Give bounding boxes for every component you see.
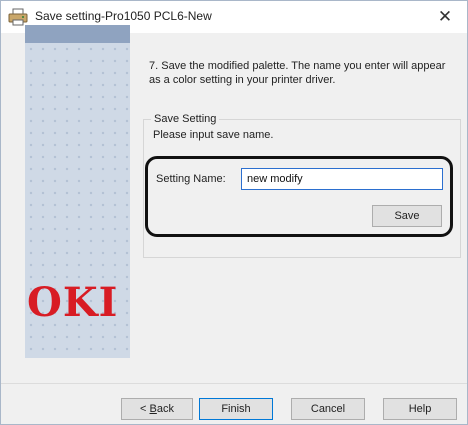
setting-name-input[interactable] (241, 168, 443, 190)
side-panel-header-band (25, 25, 130, 43)
back-button-prefix: < (140, 403, 150, 415)
back-button[interactable]: < Back (121, 398, 193, 420)
groupbox-title: Save Setting (151, 113, 220, 125)
close-icon: ✕ (437, 7, 453, 26)
back-button-mnemonic: B (149, 403, 157, 415)
printer-app-icon (8, 8, 28, 26)
finish-button[interactable]: Finish (199, 398, 273, 420)
footer-separator (1, 383, 467, 384)
brand-side-panel: OKI (25, 25, 130, 358)
window-title: Save setting-Pro1050 PCL6-New (35, 9, 212, 23)
back-button-label: ack (156, 403, 174, 415)
groupbox-description: Please input save name. (153, 129, 274, 141)
save-setting-dialog: Save setting-Pro1050 PCL6-New ✕ OKI 7. S… (0, 0, 468, 425)
close-button[interactable]: ✕ (425, 1, 465, 33)
setting-name-label: Setting Name: (156, 173, 226, 185)
help-button[interactable]: Help (383, 398, 457, 420)
cancel-button[interactable]: Cancel (291, 398, 365, 420)
oki-logo: OKI (27, 279, 119, 326)
save-button[interactable]: Save (372, 205, 442, 227)
step-instruction: 7. Save the modified palette. The name y… (149, 60, 446, 86)
